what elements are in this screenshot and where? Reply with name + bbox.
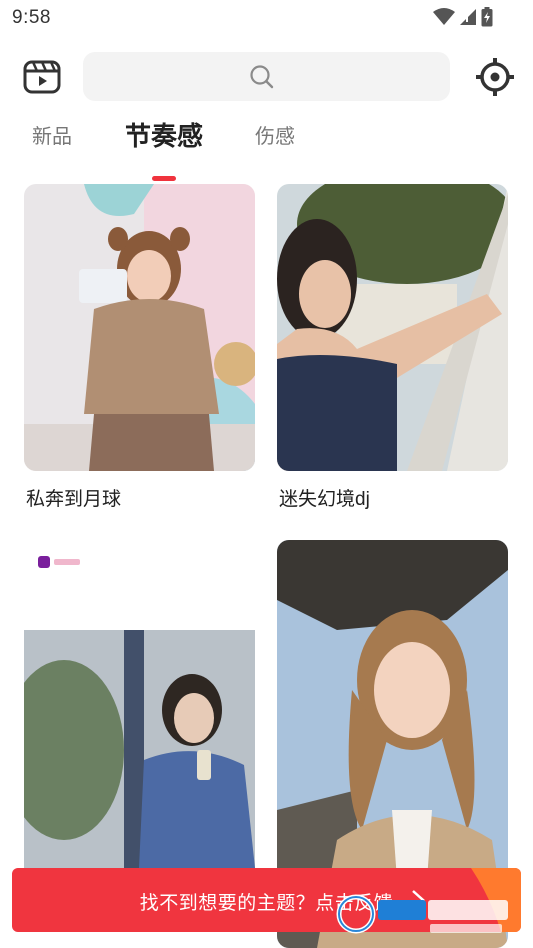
theme-title: 迷失幻境dj <box>279 489 370 510</box>
theme-thumbnail <box>277 184 508 471</box>
watermark-logo <box>336 894 508 934</box>
tab-sad[interactable]: 伤感 <box>255 120 295 149</box>
tab-new[interactable]: 新品 <box>32 120 72 149</box>
signal-icon <box>460 9 476 25</box>
battery-charging-icon <box>481 7 493 27</box>
status-bar: 9:58 <box>0 0 533 36</box>
settings-button[interactable] <box>475 57 515 97</box>
theme-card[interactable] <box>24 540 255 868</box>
theme-card[interactable]: 迷失幻境dj <box>277 184 508 514</box>
tab-rhythm[interactable]: 节奏感 <box>125 116 203 153</box>
category-tabs: 新品 节奏感 伤感 <box>0 120 533 184</box>
search-box[interactable] <box>83 52 450 101</box>
settings-gear-icon <box>476 58 514 96</box>
search-icon <box>250 65 274 89</box>
wifi-icon <box>433 8 455 25</box>
active-tab-indicator <box>152 176 176 181</box>
theme-title: 私奔到月球 <box>26 489 122 510</box>
status-time: 9:58 <box>12 7 51 28</box>
search-input[interactable] <box>93 52 243 101</box>
theme-thumbnail <box>24 540 255 868</box>
theme-card[interactable]: 私奔到月球 <box>24 184 255 514</box>
app-header <box>0 46 533 106</box>
film-clapper-icon <box>23 60 61 94</box>
theme-thumbnail <box>24 184 255 471</box>
film-clapper-button[interactable] <box>22 58 62 96</box>
status-icons <box>433 7 493 27</box>
